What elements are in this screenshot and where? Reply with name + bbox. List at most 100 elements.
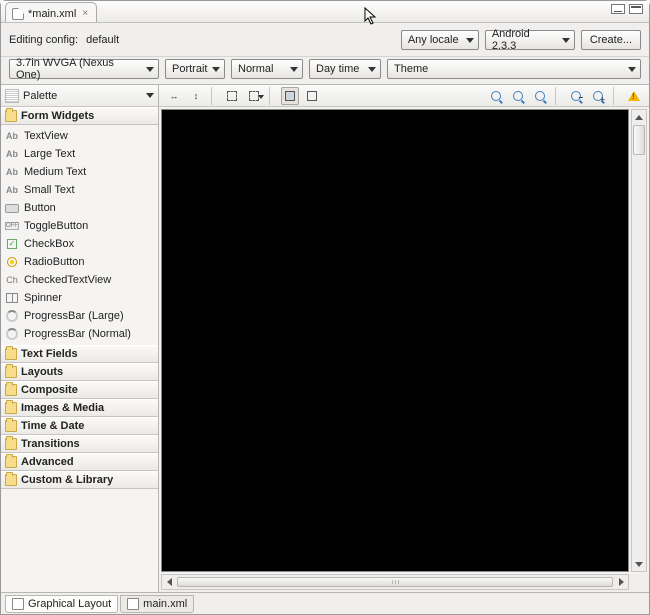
tab-xml-source[interactable]: main.xml (120, 595, 194, 613)
align-horizontal-icon[interactable]: ↔ (165, 87, 183, 105)
drawer-transitions[interactable]: Transitions (1, 435, 158, 453)
select-all-icon[interactable] (223, 87, 241, 105)
drawer-label: Advanced (21, 456, 74, 468)
layout-canvas[interactable] (161, 109, 629, 572)
vertical-scrollbar[interactable] (631, 109, 647, 572)
palette-item-medium-text[interactable]: AbMedium Text (1, 163, 158, 181)
file-tab-main-xml[interactable]: *main.xml × (5, 2, 97, 22)
folder-icon (5, 110, 17, 122)
create-config-button[interactable]: Create... (581, 30, 641, 50)
layout-icon (12, 598, 24, 610)
drawer-label: Layouts (21, 366, 63, 378)
toggle-outline-icon[interactable] (281, 87, 299, 105)
drawer-custom-library[interactable]: Custom & Library (1, 471, 158, 489)
form-widgets-list: AbTextView AbLarge Text AbMedium Text Ab… (1, 125, 158, 345)
editing-config-label: Editing config: (9, 34, 78, 46)
chevron-down-icon (368, 67, 376, 72)
palette-item-progressbar-normal[interactable]: ProgressBar (Normal) (1, 325, 158, 343)
palette-item-progressbar-large[interactable]: ProgressBar (Large) (1, 307, 158, 325)
drawer-advanced[interactable]: Advanced (1, 453, 158, 471)
palette-item-checkbox[interactable]: ✓ CheckBox (1, 235, 158, 253)
drawer-composite[interactable]: Composite (1, 381, 158, 399)
palette-item-spinner[interactable]: Spinner (1, 289, 158, 307)
warning-icon[interactable] (625, 87, 643, 105)
text-icon: Ab (5, 148, 19, 160)
item-label: Large Text (24, 148, 75, 160)
daynight-select[interactable]: Day time (309, 59, 381, 79)
drawer-images-media[interactable]: Images & Media (1, 399, 158, 417)
checkbox-icon: ✓ (5, 238, 19, 250)
daynight-value: Day time (316, 63, 359, 75)
align-vertical-icon[interactable]: ↕ (187, 87, 205, 105)
palette-panel: Palette Form Widgets AbTextView AbLarge … (1, 85, 159, 592)
item-label: TextView (24, 130, 68, 142)
api-version-select[interactable]: Android 2.3.3 (485, 30, 575, 50)
item-label: RadioButton (24, 256, 85, 268)
zoom-fit-icon[interactable] (509, 87, 527, 105)
item-label: CheckBox (24, 238, 74, 250)
minimize-pane-icon[interactable] (611, 4, 625, 14)
palette-item-textview[interactable]: AbTextView (1, 127, 158, 145)
palette-item-small-text[interactable]: AbSmall Text (1, 181, 158, 199)
chevron-down-icon (628, 67, 636, 72)
locale-value: Any locale (408, 34, 459, 46)
progress-icon (5, 310, 19, 322)
drawer-label: Custom & Library (21, 474, 113, 486)
close-icon[interactable]: × (80, 9, 90, 19)
drawer-layouts[interactable]: Layouts (1, 363, 158, 381)
drawer-text-fields[interactable]: Text Fields (1, 345, 158, 363)
horizontal-scrollbar[interactable] (161, 574, 629, 590)
locale-select[interactable]: Any locale (401, 30, 479, 50)
item-label: Button (24, 202, 56, 214)
folder-icon (5, 384, 17, 396)
toggle-clip-icon[interactable] (303, 87, 321, 105)
maximize-pane-icon[interactable] (629, 4, 643, 14)
text-icon: Ab (5, 166, 19, 178)
canvas-viewport (159, 107, 649, 574)
dock-select[interactable]: Normal (231, 59, 303, 79)
zoom-reset-icon[interactable] (487, 87, 505, 105)
palette-item-radiobutton[interactable]: RadioButton (1, 253, 158, 271)
zoom-100-icon[interactable] (531, 87, 549, 105)
drawer-form-widgets[interactable]: Form Widgets (1, 107, 158, 125)
scroll-right-icon[interactable] (614, 578, 628, 586)
palette-header[interactable]: Palette (1, 85, 158, 107)
item-label: Small Text (24, 184, 75, 196)
item-label: Spinner (24, 292, 62, 304)
theme-value: Theme (394, 63, 428, 75)
palette-item-button[interactable]: Button (1, 199, 158, 217)
item-label: ProgressBar (Large) (24, 310, 124, 322)
drawer-label: Form Widgets (21, 110, 94, 122)
scroll-thumb[interactable] (177, 577, 613, 587)
tab-graphical-layout[interactable]: Graphical Layout (5, 595, 118, 613)
theme-select[interactable]: Theme (387, 59, 641, 79)
editor-mode-tabs: Graphical Layout main.xml (1, 592, 649, 614)
render-config-bar: 3.7in WVGA (Nexus One) Portrait Normal D… (1, 57, 649, 85)
xml-file-icon (12, 8, 24, 20)
scroll-down-icon[interactable] (632, 557, 646, 571)
scroll-up-icon[interactable] (632, 110, 646, 124)
hscroll-row (159, 574, 649, 592)
scroll-left-icon[interactable] (162, 578, 176, 586)
chevron-down-icon (466, 38, 474, 43)
drawer-label: Images & Media (21, 402, 104, 414)
folder-icon (5, 402, 17, 414)
dock-value: Normal (238, 63, 273, 75)
palette-item-togglebutton[interactable]: OFFToggleButton (1, 217, 158, 235)
chevron-down-icon (146, 93, 154, 98)
drawer-time-date[interactable]: Time & Date (1, 417, 158, 435)
orientation-value: Portrait (172, 63, 207, 75)
palette-item-checkedtextview[interactable]: ChCheckedTextView (1, 271, 158, 289)
scroll-thumb[interactable] (633, 125, 645, 155)
item-label: CheckedTextView (24, 274, 111, 286)
create-button-label: Create... (590, 34, 632, 46)
palette-item-large-text[interactable]: Ab Large Text (1, 145, 158, 163)
device-select[interactable]: 3.7in WVGA (Nexus One) (9, 59, 159, 79)
expand-icon[interactable] (245, 87, 263, 105)
zoom-in-icon[interactable]: + (589, 87, 607, 105)
orientation-select[interactable]: Portrait (165, 59, 225, 79)
chevron-down-icon (258, 95, 264, 99)
chevron-down-icon (146, 67, 154, 72)
item-label: ToggleButton (24, 220, 88, 232)
zoom-out-icon[interactable]: − (567, 87, 585, 105)
